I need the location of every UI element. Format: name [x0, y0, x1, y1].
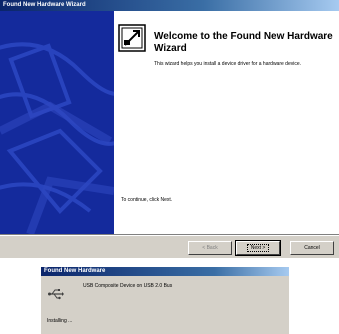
intro-text: This wizard helps you install a device d…	[154, 61, 302, 67]
wizard-content-panel: Welcome to the Found New Hardware Wizard…	[114, 11, 339, 234]
continue-instruction: To continue, click Next.	[121, 197, 173, 203]
usb-icon	[48, 287, 64, 300]
popup-title-bar: Found New Hardware	[41, 267, 289, 276]
install-status: Installing ...	[47, 318, 73, 324]
side-panel-graphic	[0, 11, 114, 234]
wizard-title-bar: Found New Hardware Wizard	[0, 0, 339, 11]
device-name: USB Composite Device on USB 2.0 Bus	[83, 283, 173, 289]
next-button-label: Next >	[246, 244, 270, 252]
button-divider	[0, 234, 339, 236]
next-button[interactable]: Next >	[235, 240, 281, 256]
found-new-hardware-popup: Found New Hardware USB Composite Device …	[41, 267, 289, 334]
hardware-installer-icon	[118, 24, 146, 52]
wizard-side-panel	[0, 11, 114, 234]
found-new-hardware-wizard-window: Found New Hardware Wizard Welcome to the…	[0, 0, 339, 258]
cancel-button[interactable]: Cancel	[290, 241, 334, 255]
back-button[interactable]: < Back	[188, 241, 232, 255]
welcome-heading: Welcome to the Found New Hardware Wizard	[154, 31, 333, 54]
